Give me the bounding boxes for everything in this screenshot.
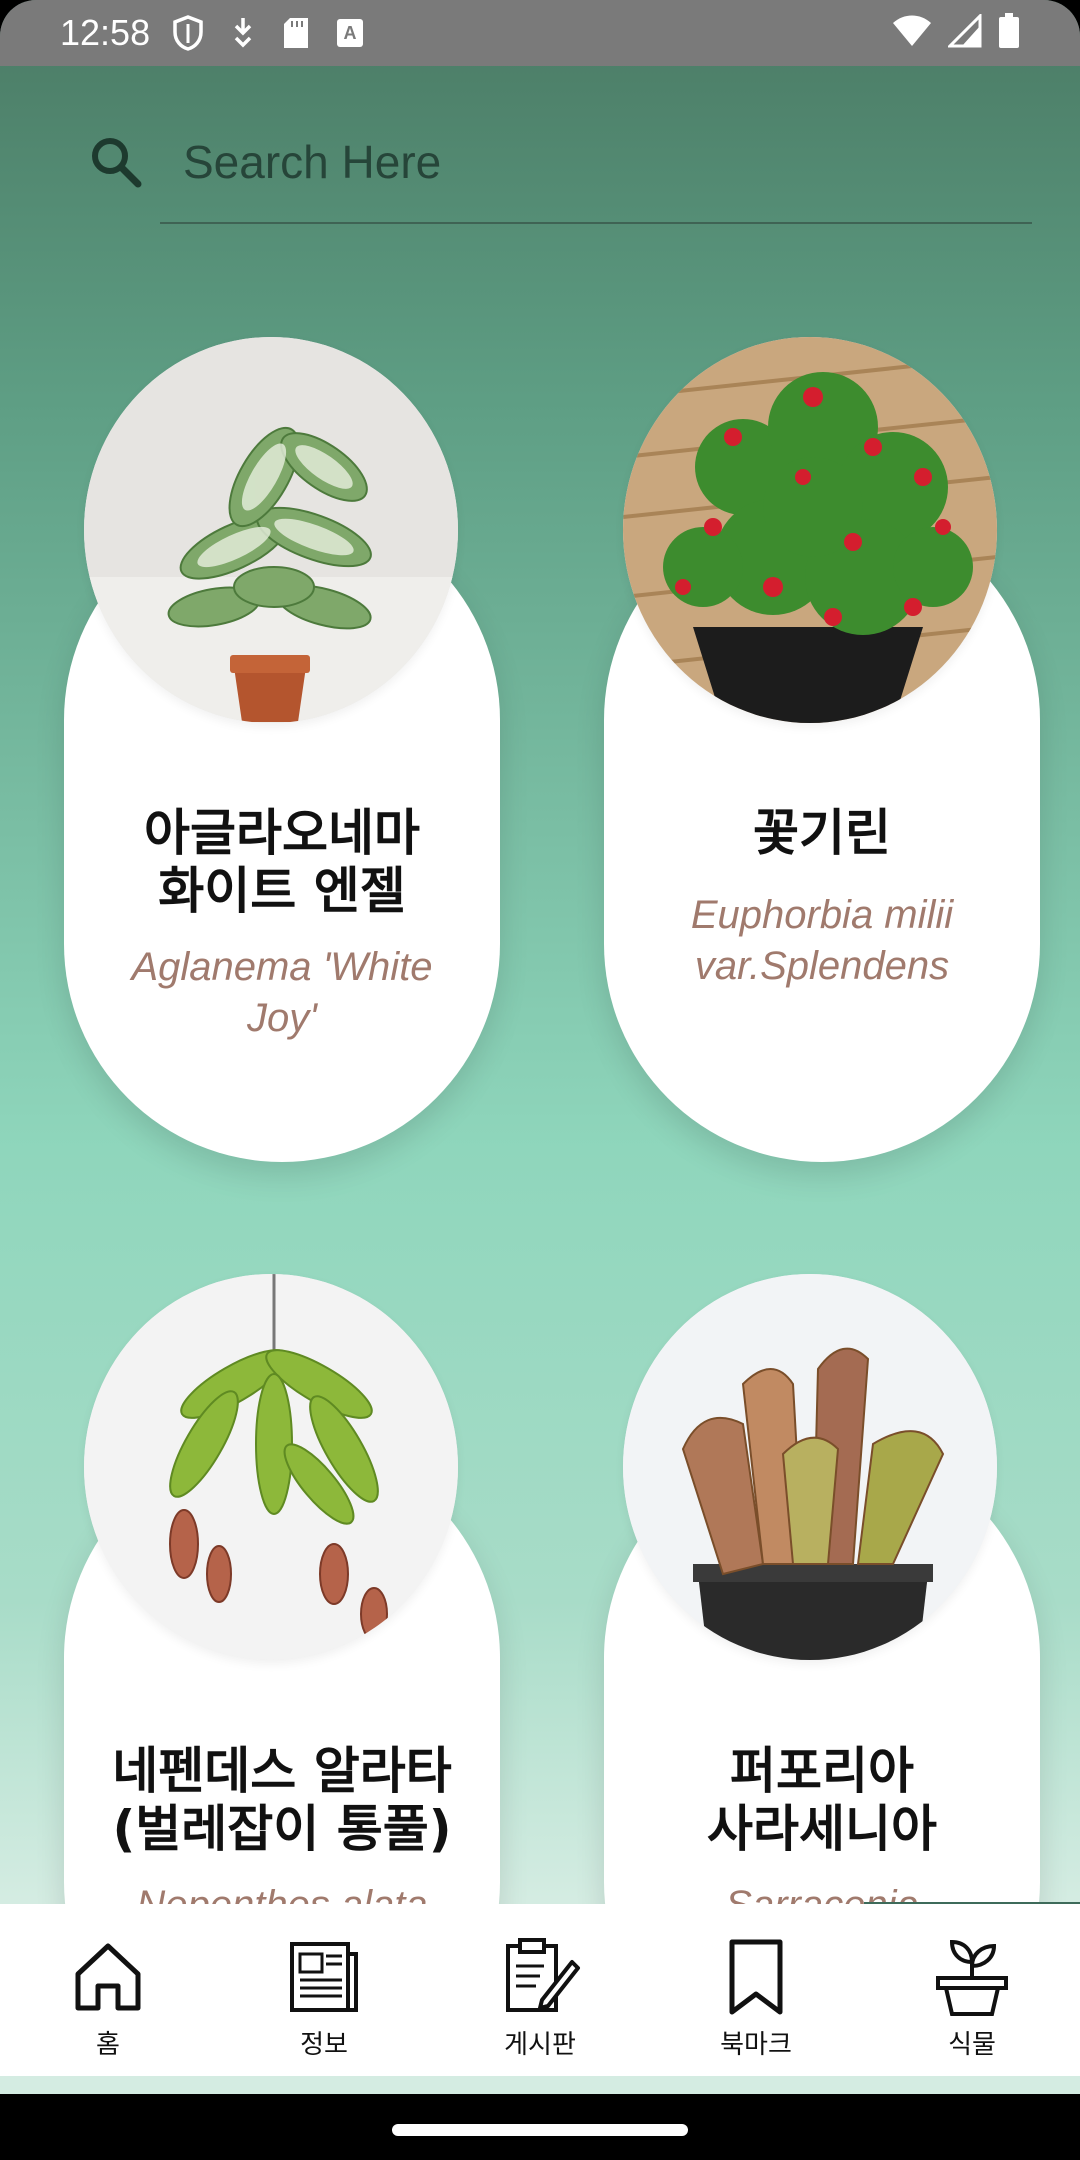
- nav-item-info[interactable]: 정보: [249, 1934, 399, 2061]
- app-screen: 12:58 A Search Here 아글라오네마 화이트 엔젤 Aglane…: [0, 0, 1080, 2160]
- shield-icon: [172, 15, 204, 51]
- bottom-navigation: 홈 정보 게시판 북마크 식물: [0, 1904, 1080, 2076]
- signal-icon: [946, 12, 982, 52]
- svg-text:A: A: [344, 23, 357, 43]
- plant-photo-euphorbia[interactable]: [623, 337, 997, 723]
- nav-label: 식물: [948, 2030, 996, 2060]
- plant-photo-aglaonema[interactable]: [84, 337, 458, 723]
- plant-name: 네펜데스 알라타 (벌레잡이 통풀): [112, 1742, 452, 1858]
- home-gesture-bar[interactable]: [392, 2124, 688, 2136]
- nav-item-bookmark[interactable]: 북마크: [681, 1934, 831, 2061]
- nav-label: 정보: [300, 2030, 348, 2060]
- bookmark-icon: [729, 1939, 783, 2015]
- search-input[interactable]: [183, 130, 1023, 194]
- nav-label: 북마크: [720, 2030, 792, 2060]
- status-time: 12:58: [60, 12, 151, 53]
- plant-pot-icon: [936, 1939, 1008, 2016]
- nav-label: 홈: [96, 2030, 120, 2060]
- plant-name: 꽃기린: [753, 804, 891, 862]
- search-bar: [88, 126, 1032, 226]
- plant-photo-nepenthes[interactable]: [84, 1274, 458, 1660]
- home-icon: [75, 1943, 141, 2011]
- wifi-icon: [892, 14, 932, 52]
- plant-scientific-name: Aglanema 'White Joy': [131, 945, 433, 1040]
- download-icon: [230, 16, 256, 50]
- keyboard-a-icon: A: [336, 18, 364, 48]
- plant-scientific-name: Euphorbia milii var.Splendens: [690, 893, 954, 988]
- nav-item-home[interactable]: 홈: [33, 1934, 183, 2061]
- plant-name: 퍼포리아 사라세니아: [707, 1742, 937, 1858]
- plant-photo-sarracenia[interactable]: [623, 1274, 997, 1660]
- nav-item-board[interactable]: 게시판: [465, 1934, 615, 2061]
- search-icon[interactable]: [88, 134, 144, 190]
- newspaper-icon: [290, 1942, 358, 2012]
- search-underline: [160, 222, 1032, 224]
- sd-card-icon: [282, 16, 310, 50]
- plant-name: 아글라오네마 화이트 엔젤: [144, 804, 420, 920]
- battery-icon: [998, 13, 1020, 53]
- nav-label: 게시판: [504, 2030, 576, 2060]
- bottom-strip: [0, 2076, 1080, 2094]
- status-bar: 12:58 A: [0, 0, 1080, 66]
- nav-item-plants[interactable]: 식물: [897, 1934, 1047, 2061]
- clipboard-pen-icon: [506, 1938, 580, 2012]
